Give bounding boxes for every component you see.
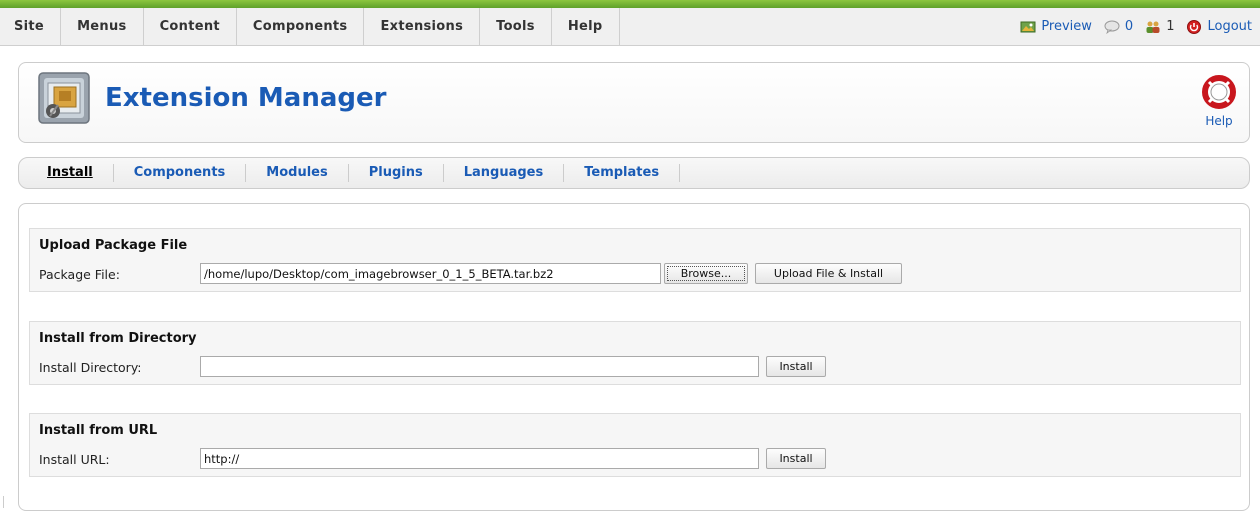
status-links: Preview 0 1 Logout — [1020, 8, 1252, 45]
messages-count[interactable]: 0 — [1104, 19, 1133, 34]
install-url-input[interactable] — [200, 448, 759, 469]
menu-menus[interactable]: Menus — [61, 8, 144, 45]
browse-button[interactable]: Browse... — [664, 263, 748, 284]
top-accent-strip — [0, 0, 1260, 8]
extension-tabs: Install Components Modules Plugins Langu… — [18, 157, 1250, 189]
menu-content[interactable]: Content — [144, 8, 237, 45]
tab-components[interactable]: Components — [114, 164, 247, 182]
page-header: Extension Manager Help — [18, 62, 1250, 143]
install-url-button[interactable]: Install — [766, 448, 826, 469]
install-directory-section: Install from Directory Install Directory… — [29, 321, 1241, 385]
tab-plugins[interactable]: Plugins — [349, 164, 444, 182]
upload-package-section: Upload Package File Package File: Browse… — [29, 228, 1241, 292]
preview-link[interactable]: Preview — [1020, 19, 1092, 34]
lifebuoy-icon — [1202, 75, 1236, 109]
logout-link[interactable]: Logout — [1186, 19, 1252, 34]
users-count[interactable]: 1 — [1145, 19, 1174, 34]
preview-label: Preview — [1041, 19, 1092, 34]
menu-site[interactable]: Site — [0, 8, 62, 45]
tab-install[interactable]: Install — [37, 164, 114, 182]
messages-count-value: 0 — [1124, 19, 1134, 34]
package-file-input[interactable] — [200, 263, 661, 284]
tab-languages[interactable]: Languages — [444, 164, 565, 182]
menu-extensions[interactable]: Extensions — [364, 8, 481, 45]
extension-manager-icon — [38, 72, 90, 124]
install-url-label: Install URL: — [39, 452, 110, 467]
tab-templates[interactable]: Templates — [564, 164, 681, 182]
logout-icon — [1187, 19, 1202, 34]
install-directory-button[interactable]: Install — [766, 356, 826, 377]
install-url-section: Install from URL Install URL: Install — [29, 413, 1241, 477]
url-section-title: Install from URL — [39, 423, 158, 438]
users-icon — [1146, 21, 1160, 33]
package-file-label: Package File: — [39, 267, 120, 282]
users-count-value: 1 — [1166, 19, 1175, 34]
upload-install-button[interactable]: Upload File & Install — [755, 263, 902, 284]
menu-components[interactable]: Components — [237, 8, 365, 45]
message-icon — [1104, 20, 1120, 34]
install-directory-input[interactable] — [200, 356, 759, 377]
menu-help[interactable]: Help — [552, 8, 620, 45]
menu-tools[interactable]: Tools — [480, 8, 552, 45]
install-directory-label: Install Directory: — [39, 360, 142, 375]
install-panel: Upload Package File Package File: Browse… — [18, 203, 1250, 511]
logout-label: Logout — [1207, 19, 1252, 34]
scroll-edge-marker — [3, 496, 4, 508]
help-label: Help — [1205, 114, 1233, 128]
help-button[interactable]: Help — [1201, 75, 1237, 128]
directory-section-title: Install from Directory — [39, 331, 197, 346]
page-title: Extension Manager — [105, 83, 387, 113]
tab-modules[interactable]: Modules — [246, 164, 349, 182]
main-menubar: Site Menus Content Components Extensions… — [0, 8, 1260, 46]
preview-icon — [1020, 21, 1036, 32]
upload-section-title: Upload Package File — [39, 238, 188, 253]
